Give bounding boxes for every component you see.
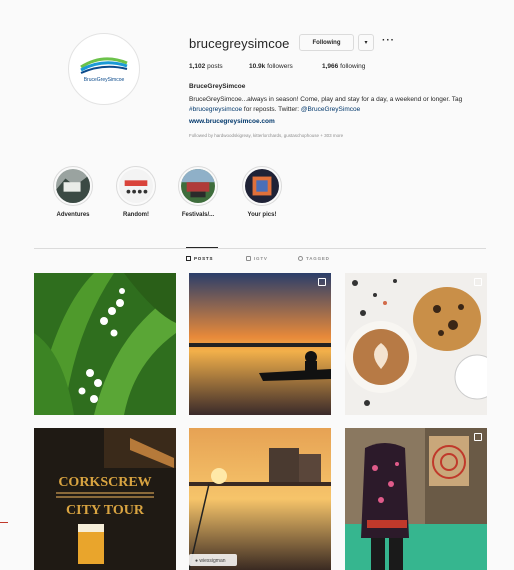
tab-igtv[interactable]: IGTV bbox=[246, 256, 268, 261]
posts-label: posts bbox=[207, 63, 223, 70]
bio-text-part1: BruceGreySimcoe...always in season! Come… bbox=[189, 96, 463, 103]
chevron-down-icon[interactable]: ▾ bbox=[358, 34, 374, 51]
instagram-profile-page: BruceGreySimcoe brucegreysimcoe Followin… bbox=[0, 0, 514, 570]
bio-name: BruceGreySimcoe bbox=[189, 83, 246, 90]
tab-tagged-label: TAGGED bbox=[306, 256, 330, 261]
followers-value: 10.9k bbox=[249, 63, 266, 70]
post-latte-cookie[interactable] bbox=[345, 273, 487, 415]
highlight-cover bbox=[56, 169, 90, 203]
multiple-photos-icon bbox=[318, 278, 326, 286]
followers-label: followers bbox=[267, 63, 293, 70]
highlight-cover bbox=[119, 169, 153, 203]
tab-posts[interactable]: POSTS bbox=[186, 256, 213, 261]
tab-tagged[interactable]: TAGGED bbox=[298, 256, 330, 261]
highlight-festivals[interactable]: Festivals/... bbox=[168, 166, 228, 218]
following-count[interactable]: 1,966 following bbox=[322, 63, 365, 70]
posts-value: 1,102 bbox=[189, 63, 206, 70]
active-tab-indicator bbox=[186, 247, 218, 248]
following-button[interactable]: Following bbox=[299, 34, 354, 51]
highlight-label: Your pics! bbox=[247, 212, 277, 218]
multiple-photos-icon bbox=[474, 278, 482, 286]
highlight-label: Festivals/... bbox=[181, 212, 215, 218]
post-image bbox=[345, 273, 487, 415]
edge-marker bbox=[0, 522, 8, 523]
post-image bbox=[345, 428, 487, 570]
post-user-tag: ● wiessigman bbox=[195, 558, 226, 564]
post-axe-throwing[interactable] bbox=[345, 428, 487, 570]
bio-twitter-link[interactable]: @BruceGreySimcoe bbox=[301, 106, 360, 113]
poster-line1: CORKSCREW bbox=[58, 475, 151, 490]
highlight-your-pics[interactable]: Your pics! bbox=[232, 166, 292, 218]
bio-website-link[interactable]: www.brucegreysimcoe.com bbox=[189, 118, 275, 125]
post-harbour-sunset[interactable]: ● wiessigman bbox=[189, 428, 331, 570]
post-lily-of-the-valley[interactable] bbox=[34, 273, 176, 415]
tab-posts-label: POSTS bbox=[194, 256, 214, 261]
multiple-photos-icon bbox=[474, 433, 482, 441]
grid-icon bbox=[186, 256, 191, 261]
bio-text: BruceGreySimcoe...always in season! Come… bbox=[189, 95, 489, 114]
post-corkscrew-city-tour[interactable]: CORKSCREW CITY TOUR bbox=[34, 428, 176, 570]
highlight-random[interactable]: Random! bbox=[106, 166, 166, 218]
post-image: CORKSCREW CITY TOUR bbox=[34, 428, 176, 570]
followed-by-text[interactable]: Followed by hardwoodskigreay, kitterlorc… bbox=[189, 133, 343, 138]
followers-count[interactable]: 10.9k followers bbox=[249, 63, 293, 70]
bio-text-part2: for reposts. Twitter: bbox=[242, 105, 301, 113]
poster-line2: CITY TOUR bbox=[66, 503, 145, 518]
following-label: following bbox=[340, 63, 366, 70]
profile-avatar[interactable]: BruceGreySimcoe bbox=[68, 33, 140, 105]
highlight-label: Random! bbox=[123, 212, 149, 218]
tv-icon bbox=[246, 256, 251, 261]
tab-igtv-label: IGTV bbox=[254, 256, 268, 261]
tag-icon bbox=[298, 256, 303, 261]
highlight-label: Adventures bbox=[56, 212, 90, 218]
profile-username: brucegreysimcoe bbox=[189, 36, 290, 51]
avatar-brand-text: BruceGreySimcoe bbox=[84, 77, 125, 83]
more-options-icon[interactable]: ··· bbox=[382, 35, 395, 46]
following-value: 1,966 bbox=[322, 63, 339, 70]
bio-hashtag-link[interactable]: #brucegreysimcoe bbox=[189, 106, 242, 113]
post-image: ● wiessigman bbox=[189, 428, 331, 570]
post-image bbox=[189, 273, 331, 415]
brand-logo-icon: BruceGreySimcoe bbox=[80, 57, 128, 83]
post-image bbox=[34, 273, 176, 415]
highlight-adventures[interactable]: Adventures bbox=[43, 166, 103, 218]
highlight-cover bbox=[181, 169, 215, 203]
posts-count: 1,102 posts bbox=[189, 63, 223, 70]
post-sunset-kayak[interactable] bbox=[189, 273, 331, 415]
tabs-divider bbox=[34, 248, 486, 249]
highlight-cover bbox=[245, 169, 279, 203]
